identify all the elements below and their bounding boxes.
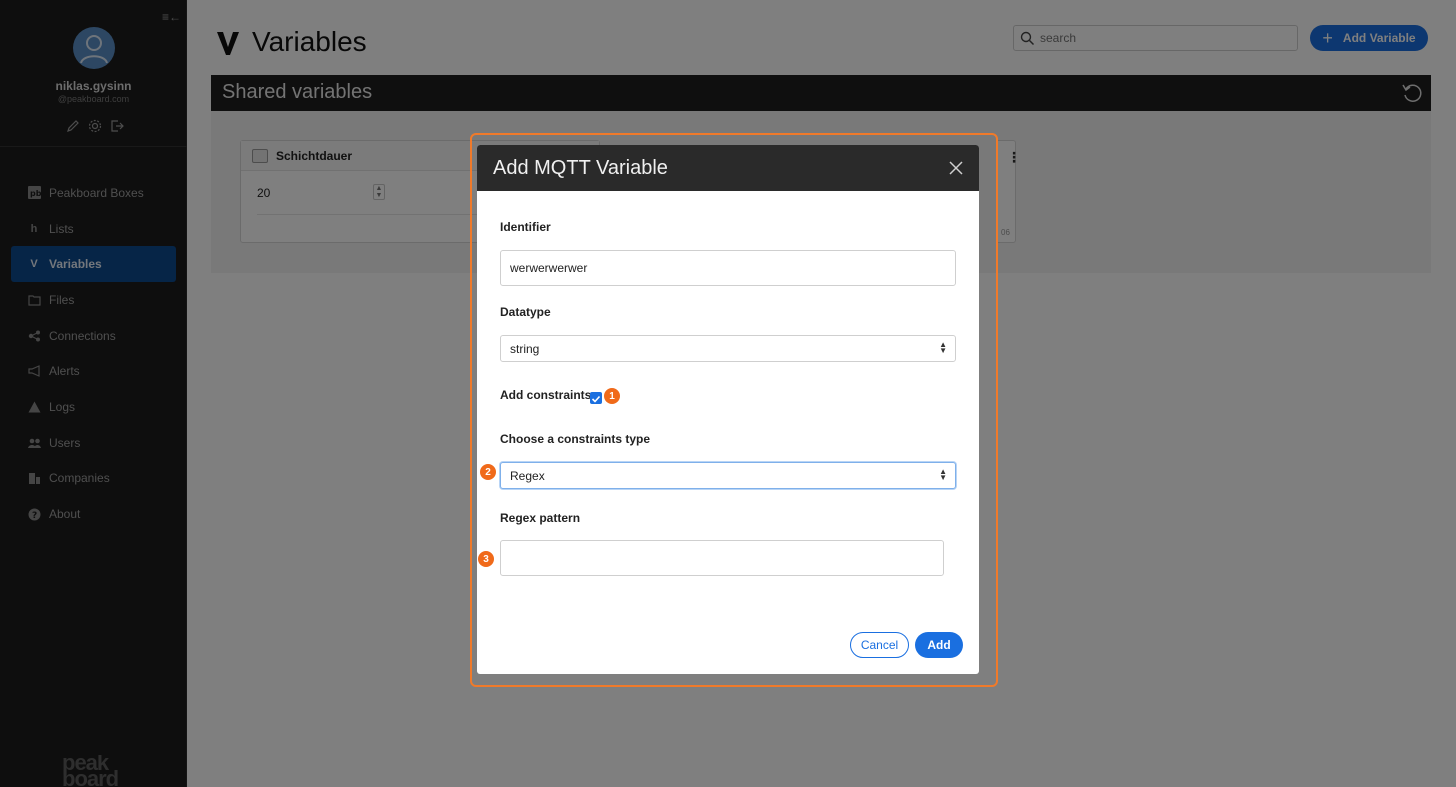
- datatype-label: Datatype: [500, 305, 551, 319]
- add-constraints-checkbox[interactable]: [590, 392, 602, 404]
- annotation-badge-1: 1: [604, 388, 620, 404]
- annotation-badge-3: 3: [478, 551, 494, 567]
- datatype-select[interactable]: string ▲ ▼: [500, 335, 956, 362]
- datatype-selected-value: string: [510, 342, 540, 356]
- regex-pattern-label: Regex pattern: [500, 511, 581, 525]
- identifier-label: Identifier: [500, 220, 551, 234]
- constraints-type-label: Choose a constraints type: [500, 432, 651, 446]
- select-arrows-icon: ▲ ▼: [939, 340, 947, 355]
- constraints-type-selected-value: Regex: [510, 469, 545, 483]
- regex-pattern-input[interactable]: [500, 540, 944, 576]
- dialog-header: Add MQTT Variable: [477, 145, 979, 191]
- add-constraints-label: Add constraints: [500, 388, 592, 402]
- identifier-input[interactable]: [500, 250, 956, 286]
- cancel-button[interactable]: Cancel: [850, 632, 909, 658]
- add-button[interactable]: Add: [915, 632, 963, 658]
- select-arrows-icon: ▲ ▼: [939, 467, 947, 482]
- constraints-type-select[interactable]: Regex ▲ ▼: [500, 462, 956, 489]
- close-icon[interactable]: [947, 159, 965, 177]
- annotation-badge-2: 2: [480, 464, 496, 480]
- dialog-title: Add MQTT Variable: [493, 157, 668, 179]
- add-mqtt-variable-dialog: Add MQTT Variable Identifier Datatype st…: [477, 145, 979, 674]
